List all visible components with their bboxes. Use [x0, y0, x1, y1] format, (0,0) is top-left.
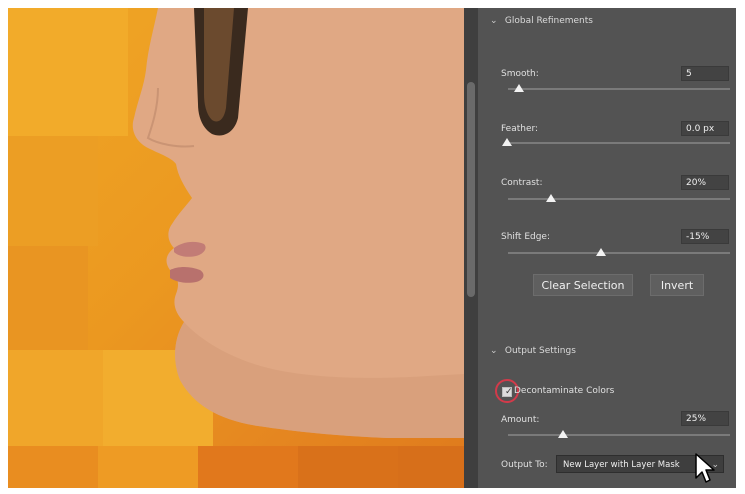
smooth-slider-thumb[interactable]: [514, 84, 524, 92]
feather-slider-thumb[interactable]: [502, 138, 512, 146]
output-to-label: Output To:: [501, 460, 548, 470]
photo-canvas[interactable]: [8, 8, 464, 488]
contrast-slider-thumb[interactable]: [546, 194, 556, 202]
refine-panel: ⌄ Global Refinements Smooth: 5 Feather: …: [478, 8, 736, 488]
shift-edge-slider-track[interactable]: [508, 252, 730, 254]
amount-field[interactable]: 25%: [681, 411, 729, 426]
contrast-label: Contrast:: [501, 178, 543, 188]
section-title: Global Refinements: [504, 16, 593, 26]
shift-edge-field[interactable]: -15%: [681, 229, 729, 244]
decontaminate-label: Decontaminate Colors: [514, 386, 615, 396]
face-profile: [132, 8, 464, 438]
feather-label: Feather:: [501, 124, 539, 134]
output-settings-header[interactable]: ⌄ Output Settings: [490, 346, 576, 356]
feather-slider-track[interactable]: [508, 142, 730, 144]
smooth-field[interactable]: 5: [681, 66, 729, 81]
chevron-down-icon: ⌄: [490, 16, 498, 26]
feather-field[interactable]: 0.0 px: [681, 121, 729, 136]
amount-slider-thumb[interactable]: [558, 430, 568, 438]
chevron-down-icon: ⌄: [490, 346, 498, 356]
refine-edge-window: ⌄ Global Refinements Smooth: 5 Feather: …: [0, 0, 745, 494]
contrast-field[interactable]: 20%: [681, 175, 729, 190]
smooth-slider-track[interactable]: [508, 88, 730, 90]
global-refinements-header[interactable]: ⌄ Global Refinements: [490, 16, 593, 26]
section-title: Output Settings: [504, 346, 576, 356]
scrollbar-thumb[interactable]: [467, 82, 475, 297]
contrast-slider-track[interactable]: [508, 198, 730, 200]
checkmark-icon: ✓: [505, 387, 513, 397]
clear-selection-button[interactable]: Clear Selection: [533, 274, 633, 296]
shift-edge-label: Shift Edge:: [501, 232, 550, 242]
smooth-label: Smooth:: [501, 69, 539, 79]
output-to-value: New Layer with Layer Mask: [563, 460, 680, 470]
amount-slider-track[interactable]: [508, 434, 730, 436]
arrow-cursor-icon: [695, 453, 715, 483]
decontaminate-checkbox[interactable]: ✓: [502, 387, 513, 397]
shift-edge-slider-thumb[interactable]: [596, 248, 606, 256]
amount-label: Amount:: [501, 415, 540, 425]
invert-button[interactable]: Invert: [650, 274, 704, 296]
